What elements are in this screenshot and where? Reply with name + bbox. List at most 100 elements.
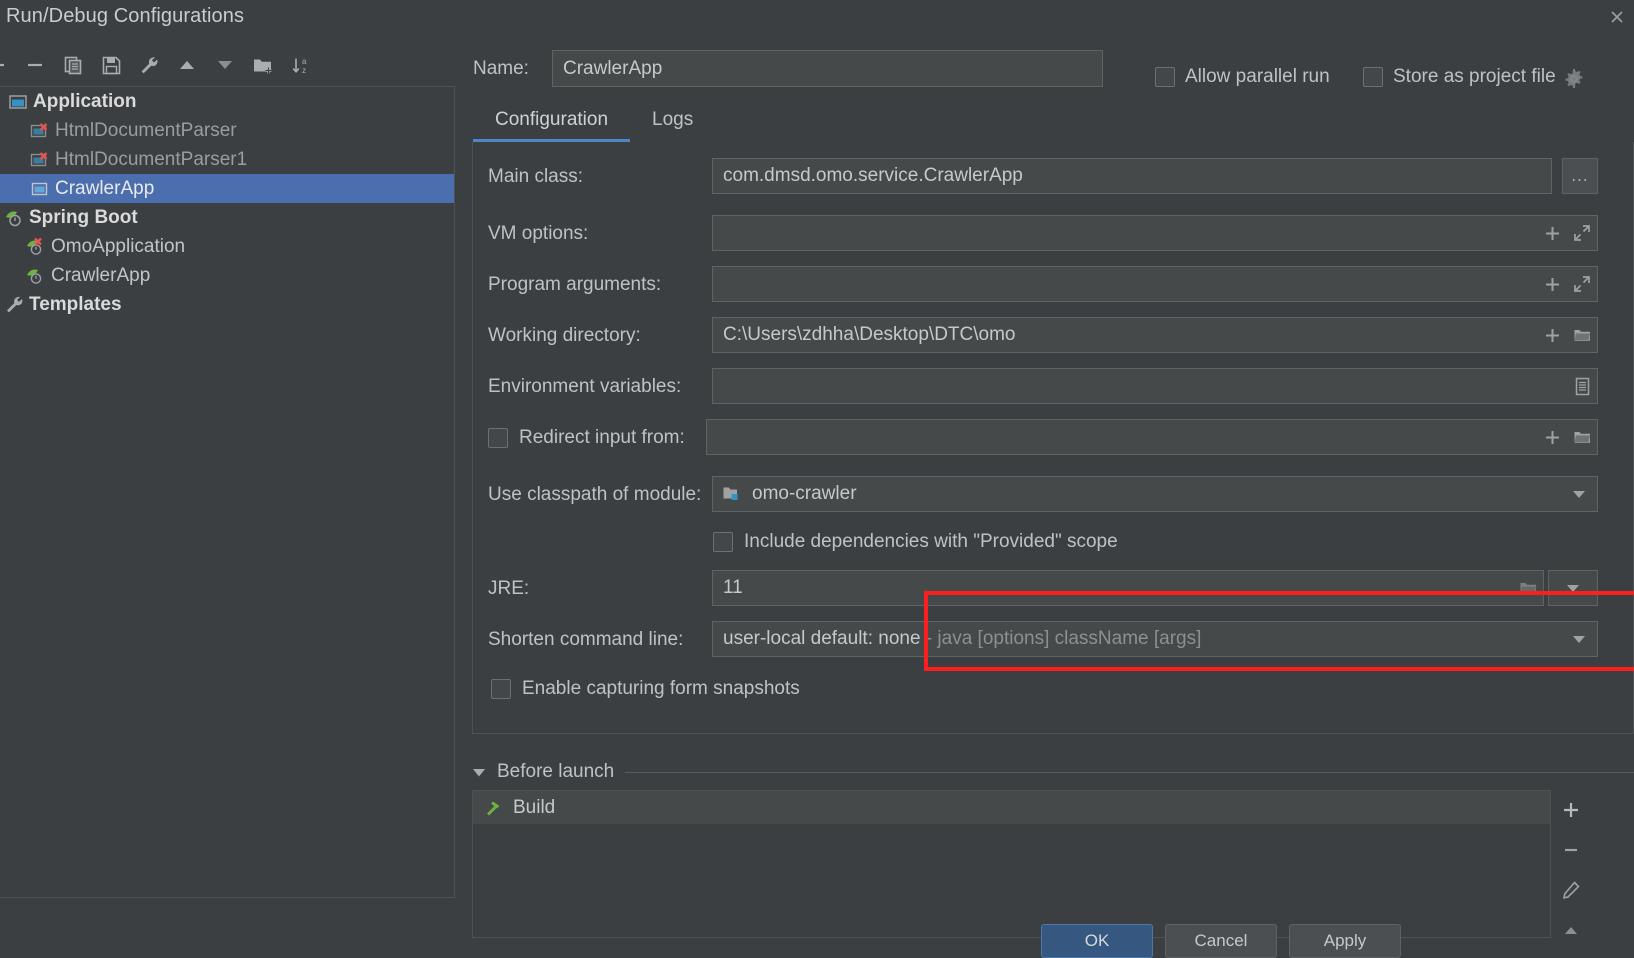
list-item[interactable]: Build bbox=[473, 791, 1550, 824]
allow-parallel-run-checkbox[interactable]: Allow parallel run bbox=[1155, 66, 1330, 88]
before-launch-title: Before launch bbox=[497, 761, 615, 782]
shorten-command-line-hint: - java [options] className [args] bbox=[920, 628, 1202, 649]
tree-item-htmldocumentparser1[interactable]: HtmlDocumentParser1 bbox=[0, 145, 454, 174]
tree-group-templates[interactable]: Templates bbox=[0, 290, 454, 319]
tab-configuration[interactable]: Configuration bbox=[473, 109, 631, 142]
vm-options-input[interactable] bbox=[712, 215, 1598, 251]
working-directory-input[interactable]: C:\Users\zdhha\Desktop\DTC\omo bbox=[712, 317, 1598, 353]
before-launch-task-list[interactable]: Build bbox=[472, 790, 1551, 938]
tree-group-spring-boot[interactable]: Spring Boot bbox=[0, 203, 454, 232]
checkbox-box bbox=[1363, 67, 1383, 87]
environment-variables-input[interactable] bbox=[712, 368, 1598, 404]
main-class-value: com.dmsd.omo.service.CrawlerApp bbox=[723, 165, 1023, 186]
move-down-icon[interactable] bbox=[206, 46, 244, 84]
shorten-command-line-selected: user-local default: none bbox=[723, 628, 921, 649]
program-arguments-input[interactable] bbox=[712, 266, 1598, 302]
add-icon[interactable] bbox=[0, 46, 16, 84]
plus-icon[interactable] bbox=[1537, 267, 1567, 301]
classpath-module-label: Use classpath of module: bbox=[488, 484, 702, 505]
plus-icon[interactable] bbox=[1551, 790, 1591, 830]
module-icon bbox=[722, 485, 742, 503]
triangle-down-icon[interactable] bbox=[472, 767, 486, 778]
tree-item-label: Application bbox=[33, 90, 137, 112]
close-icon[interactable] bbox=[1604, 4, 1630, 30]
application-icon bbox=[8, 92, 28, 112]
chevron-down-icon bbox=[1565, 578, 1581, 599]
jre-row: JRE: 11 bbox=[473, 570, 1633, 608]
name-label: Name: bbox=[473, 58, 529, 79]
save-icon[interactable] bbox=[92, 46, 130, 84]
gear-icon[interactable] bbox=[1563, 68, 1585, 90]
include-provided-label: Include dependencies with "Provided" sco… bbox=[744, 531, 1118, 552]
configuration-editor-pane: Name: Allow parallel run Store as projec… bbox=[455, 40, 1634, 958]
shorten-command-line-dropdown[interactable]: user-local default: none - java [options… bbox=[712, 621, 1598, 657]
chevron-down-icon[interactable] bbox=[1561, 477, 1597, 511]
configurations-tree[interactable]: Application HtmlDocumentParser HtmlDocum… bbox=[0, 86, 455, 898]
pencil-icon[interactable] bbox=[1551, 870, 1591, 910]
expand-icon[interactable] bbox=[1567, 216, 1597, 250]
new-folder-icon[interactable] bbox=[244, 46, 282, 84]
cancel-button[interactable]: Cancel bbox=[1165, 924, 1277, 958]
svg-text:a: a bbox=[302, 57, 307, 66]
expand-icon[interactable] bbox=[1567, 267, 1597, 301]
main-class-label: Main class: bbox=[488, 166, 584, 187]
main-class-input[interactable]: com.dmsd.omo.service.CrawlerApp bbox=[712, 158, 1552, 194]
dialog-title-bar: Run/Debug Configurations bbox=[0, 0, 1634, 40]
redirect-input-checkbox[interactable]: Redirect input from: bbox=[488, 427, 685, 449]
edit-templates-icon[interactable] bbox=[130, 46, 168, 84]
include-provided-row: Include dependencies with "Provided" sco… bbox=[473, 523, 1633, 561]
name-input[interactable] bbox=[552, 50, 1103, 87]
main-class-browse-button[interactable]: ... bbox=[1562, 158, 1598, 194]
tree-item-crawlerapp-application[interactable]: CrawlerApp bbox=[0, 174, 454, 203]
plus-icon[interactable] bbox=[1537, 318, 1567, 352]
jre-dropdown-button[interactable] bbox=[1548, 570, 1598, 606]
plus-icon[interactable] bbox=[1537, 420, 1567, 454]
application-error-icon bbox=[30, 150, 50, 170]
minus-icon[interactable] bbox=[1551, 830, 1591, 870]
tree-item-label: Spring Boot bbox=[29, 206, 138, 228]
classpath-module-dropdown[interactable]: omo-crawler bbox=[712, 476, 1598, 512]
sort-alphabetically-icon[interactable]: a z bbox=[282, 46, 320, 84]
copy-icon[interactable] bbox=[54, 46, 92, 84]
jre-input[interactable]: 11 bbox=[712, 570, 1544, 606]
tree-item-crawlerapp-springboot[interactable]: CrawlerApp bbox=[0, 261, 454, 290]
tree-item-omoapplication[interactable]: OmoApplication bbox=[0, 232, 454, 261]
section-divider bbox=[625, 771, 1634, 773]
plus-icon[interactable] bbox=[1537, 216, 1567, 250]
environment-variables-row: Environment variables: bbox=[473, 368, 1633, 406]
checkbox-box bbox=[488, 428, 508, 448]
include-provided-checkbox[interactable]: Include dependencies with "Provided" sco… bbox=[713, 531, 1118, 553]
folder-icon[interactable] bbox=[1567, 420, 1597, 454]
application-icon bbox=[30, 179, 50, 199]
spring-boot-icon bbox=[26, 266, 46, 286]
tree-item-label: CrawlerApp bbox=[51, 264, 151, 286]
program-arguments-row: Program arguments: bbox=[473, 266, 1633, 304]
chevron-down-icon[interactable] bbox=[1561, 622, 1597, 656]
folder-icon[interactable] bbox=[1567, 318, 1597, 352]
move-up-icon[interactable] bbox=[168, 46, 206, 84]
tree-item-htmldocumentparser[interactable]: HtmlDocumentParser bbox=[0, 116, 454, 145]
main-class-row: Main class: com.dmsd.omo.service.Crawler… bbox=[473, 158, 1633, 196]
build-hammer-icon bbox=[483, 798, 503, 818]
shorten-command-line-value: user-local default: none - java [options… bbox=[713, 628, 1561, 650]
redirect-input-field[interactable] bbox=[706, 419, 1598, 455]
redirect-input-row: Redirect input from: bbox=[473, 419, 1633, 457]
tree-group-application[interactable]: Application bbox=[0, 87, 454, 116]
tab-logs[interactable]: Logs bbox=[630, 109, 715, 142]
checkbox-box bbox=[1155, 67, 1175, 87]
environment-variables-label: Environment variables: bbox=[488, 376, 682, 397]
store-as-project-file-checkbox[interactable]: Store as project file bbox=[1363, 66, 1556, 88]
apply-button[interactable]: Apply bbox=[1289, 924, 1401, 958]
jre-label: JRE: bbox=[488, 578, 530, 599]
page-title: Run/Debug Configurations bbox=[6, 5, 245, 27]
env-list-icon[interactable] bbox=[1567, 369, 1597, 403]
ok-button[interactable]: OK bbox=[1041, 924, 1153, 958]
task-label: Build bbox=[513, 796, 556, 818]
remove-icon[interactable] bbox=[16, 46, 54, 84]
enable-capturing-checkbox[interactable]: Enable capturing form snapshots bbox=[491, 678, 800, 700]
tree-item-label: HtmlDocumentParser1 bbox=[55, 148, 248, 170]
checkbox-label: Allow parallel run bbox=[1185, 66, 1330, 87]
wrench-icon bbox=[4, 295, 24, 315]
folder-icon[interactable] bbox=[1513, 571, 1543, 605]
vm-options-row: VM options: bbox=[473, 215, 1633, 253]
